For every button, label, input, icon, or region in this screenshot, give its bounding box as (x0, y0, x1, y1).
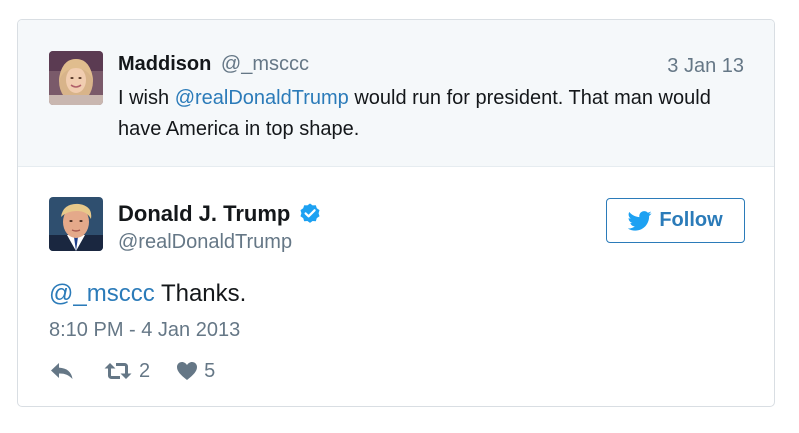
like-button[interactable]: 5 (176, 358, 215, 384)
parent-author-handle[interactable]: @_msccc (221, 53, 309, 75)
main-tweet-text: @_msccc Thanks. (49, 279, 246, 309)
embedded-tweet-card: Maddison @_msccc 3 Jan 13 I wish @realDo… (17, 19, 775, 407)
main-author-name[interactable]: Donald J. Trump (118, 200, 290, 228)
parent-author-avatar[interactable] (49, 51, 103, 105)
parent-tweet-header: Maddison @_msccc (118, 51, 309, 77)
main-tweet-body: Thanks. (154, 280, 247, 307)
retweet-icon (103, 361, 133, 381)
follow-button-label: Follow (659, 209, 723, 231)
verified-badge-icon (298, 202, 322, 226)
tweet-actions: 2 5 (49, 358, 215, 384)
main-tweet-timestamp[interactable]: 8:10 PM - 4 Jan 2013 (49, 317, 240, 343)
reply-icon (49, 361, 75, 381)
parent-tweet[interactable]: Maddison @_msccc 3 Jan 13 I wish @realDo… (18, 20, 774, 167)
main-author-name-row: Donald J. Trump (118, 200, 322, 228)
like-count: 5 (204, 360, 216, 382)
follow-button[interactable]: Follow (606, 198, 745, 243)
heart-icon (176, 361, 198, 381)
parent-tweet-text: I wish @realDonaldTrump would run for pr… (118, 83, 718, 145)
main-author-avatar[interactable] (49, 197, 103, 251)
retweet-button[interactable]: 2 (103, 358, 150, 384)
retweet-count: 2 (139, 360, 151, 382)
twitter-bird-icon (627, 210, 652, 232)
main-author-handle[interactable]: @realDonaldTrump (118, 229, 292, 255)
reply-button[interactable] (49, 361, 75, 381)
main-mention-link[interactable]: @_msccc (49, 280, 155, 307)
parent-mention-link[interactable]: @realDonaldTrump (175, 87, 349, 109)
parent-text-before: I wish (118, 87, 175, 109)
parent-author-name[interactable]: Maddison (118, 53, 211, 75)
parent-tweet-date[interactable]: 3 Jan 13 (667, 53, 744, 79)
